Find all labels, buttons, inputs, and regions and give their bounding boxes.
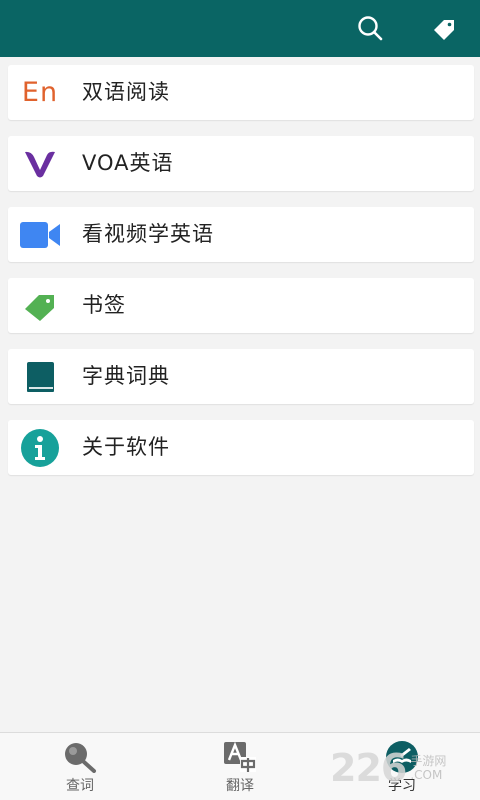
menu-item-label: 双语阅读 (82, 80, 170, 104)
study-menu-list: En 双语阅读 VOA英语 看视频学英语 书签 字典词典 关于软件 (8, 65, 474, 491)
menu-item-label: 看视频学英语 (82, 222, 214, 246)
watermark-text: 手游网 (410, 754, 447, 768)
menu-item-label: 关于软件 (82, 435, 170, 459)
info-icon (21, 428, 59, 467)
menu-item-dictionary[interactable]: 字典词典 (8, 349, 474, 404)
tab-label: 翻译 (226, 778, 254, 794)
menu-item-about[interactable]: 关于软件 (8, 420, 474, 475)
menu-item-voa-english[interactable]: VOA英语 (8, 136, 474, 191)
bookmark-tag-icon (25, 294, 54, 321)
search-icon (358, 16, 383, 41)
tab-label: 查词 (66, 778, 94, 794)
menu-item-bilingual-reading[interactable]: En 双语阅读 (8, 65, 474, 120)
menu-item-video-english[interactable]: 看视频学英语 (8, 207, 474, 262)
watermark-domain: .COM (410, 768, 443, 782)
tag-button[interactable] (428, 12, 460, 44)
tab-lookup[interactable]: 查词 (20, 733, 140, 800)
magnifier-icon (65, 743, 96, 773)
translate-icon (224, 741, 256, 772)
tab-translate[interactable]: 翻译 (180, 733, 300, 800)
watermark-number: 226 (330, 746, 407, 790)
menu-item-label: 书签 (82, 293, 126, 317)
site-watermark: 226 手游网 .COM (330, 744, 446, 792)
book-icon (27, 361, 54, 392)
tag-icon (434, 20, 454, 40)
menu-item-bookmarks[interactable]: 书签 (8, 278, 474, 333)
video-camera-icon (20, 221, 60, 248)
en-icon: En (21, 77, 59, 108)
menu-item-label: VOA英语 (82, 151, 174, 175)
top-app-bar (0, 0, 480, 57)
voa-v-icon (25, 151, 55, 177)
menu-item-label: 字典词典 (82, 364, 170, 388)
search-button[interactable] (354, 12, 386, 44)
